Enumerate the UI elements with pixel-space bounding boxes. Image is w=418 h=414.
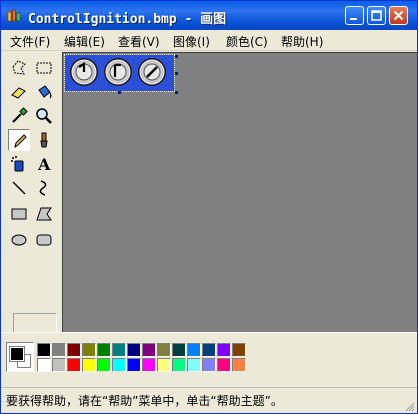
brush-icon [40,132,48,148]
menu-view[interactable]: 查看(V) [118,33,160,50]
paint-app-icon [7,9,21,22]
title-bar[interactable]: ControlIgnition.bmp - 画图 [1,1,417,30]
maximize-icon [371,10,382,21]
palette-swatch[interactable] [37,358,51,372]
palette-swatch[interactable] [52,358,66,372]
bitmap-image[interactable] [64,54,175,92]
palette-swatch[interactable] [187,358,201,372]
menu-image[interactable]: 图像(I) [173,33,210,50]
tool-polygon[interactable] [33,203,55,225]
tool-ellipse[interactable] [8,229,30,251]
current-colors[interactable] [6,342,34,372]
palette-swatch[interactable] [172,358,186,372]
tool-eraser[interactable] [8,81,30,103]
canvas-area[interactable] [62,52,417,333]
tool-rectangle[interactable] [8,203,30,225]
tool-pencil[interactable] [8,129,30,151]
menu-file[interactable]: 文件(F) [10,33,50,50]
status-bar: 要获得帮助，请在“帮助”菜单中，单击“帮助主题”。 [1,387,417,413]
palette-swatch[interactable] [202,358,216,372]
polygon-icon [36,207,52,221]
toolbox: A [4,53,60,381]
palette-swatch[interactable] [232,343,246,357]
resize-handle-bottom-right[interactable] [175,91,178,94]
minimize-button[interactable] [345,6,364,25]
eraser-icon [11,87,26,99]
resize-handle-top-right[interactable] [175,55,178,58]
palette-swatch[interactable] [82,343,96,357]
color-palette [1,332,417,387]
rect-select-icon [36,62,52,74]
window-title: ControlIgnition.bmp - 画图 [28,12,227,27]
rounded-rect-icon [36,234,52,246]
close-button[interactable] [389,6,408,25]
status-text: 要获得帮助，请在“帮助”菜单中，单击“帮助主题”。 [6,394,283,408]
palette-swatch[interactable] [187,343,201,357]
curve-icon [39,180,47,196]
tool-curve[interactable] [33,177,55,199]
free-select-icon [12,60,26,75]
palette-swatch[interactable] [157,358,171,372]
tool-magnifier[interactable] [33,105,55,127]
palette-swatch[interactable] [82,358,96,372]
tool-rect-select[interactable] [33,57,55,79]
ignition-dial-on-icon [138,58,166,86]
tool-free-select[interactable] [8,57,30,79]
menu-help[interactable]: 帮助(H) [281,33,323,50]
palette-swatch[interactable] [67,358,81,372]
resize-handle-right[interactable] [175,72,178,75]
palette-swatch[interactable] [142,343,156,357]
tool-line[interactable] [8,177,30,199]
palette-swatch[interactable] [217,343,231,357]
minimize-icon [350,18,357,20]
palette-swatch[interactable] [67,343,81,357]
pencil-icon [14,134,27,149]
fill-bucket-icon [38,85,52,99]
svg-text:A: A [37,155,51,173]
palette-swatch[interactable] [172,343,186,357]
foreground-color-swatch[interactable] [9,346,25,362]
menu-colors[interactable]: 颜色(C) [226,33,268,50]
ellipse-icon [11,234,27,246]
palette-swatch[interactable] [97,343,111,357]
rectangle-icon [11,208,27,220]
ignition-dial-off-icon [70,58,98,86]
airbrush-icon [11,156,24,172]
menu-bar: 文件(F) 编辑(E) 查看(V) 图像(I) 颜色(C) 帮助(H) [1,30,417,51]
palette-swatch[interactable] [157,343,171,357]
palette-swatch[interactable] [142,358,156,372]
maximize-button[interactable] [367,6,386,25]
palette-swatch[interactable] [52,343,66,357]
tool-rounded-rect[interactable] [33,229,55,251]
palette-swatch[interactable] [202,343,216,357]
palette-swatch[interactable] [97,358,111,372]
paint-window: ControlIgnition.bmp - 画图 文件(F) 编辑(E) 查看(… [0,0,418,414]
tool-text[interactable]: A [33,153,55,175]
palette-swatch[interactable] [127,343,141,357]
palette-swatch[interactable] [37,343,51,357]
line-icon [12,181,26,195]
palette-swatch[interactable] [232,358,246,372]
palette-swatch[interactable] [112,358,126,372]
resize-handle-bottom[interactable] [118,91,121,94]
text-icon: A [37,155,51,173]
tool-brush[interactable] [33,129,55,151]
magnifier-icon [36,108,52,124]
palette-swatch[interactable] [112,343,126,357]
color-picker-icon [12,107,28,123]
tool-airbrush[interactable] [8,153,30,175]
ignition-dial-mid-icon [104,58,132,86]
tool-fill[interactable] [33,81,55,103]
palette-swatch[interactable] [127,358,141,372]
resize-grip-icon[interactable] [403,400,415,412]
tool-color-picker[interactable] [8,105,30,127]
palette-swatch[interactable] [217,358,231,372]
menu-edit[interactable]: 编辑(E) [64,33,105,50]
close-icon [393,10,404,21]
